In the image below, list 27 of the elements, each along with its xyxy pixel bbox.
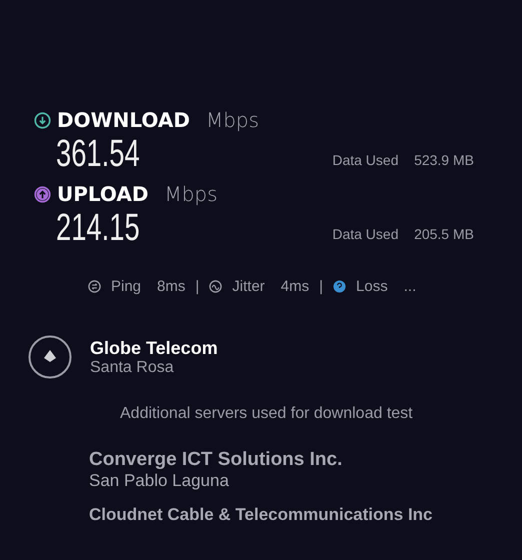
separator: | [195,278,200,295]
metric-label: Jitter [232,278,265,295]
result-title: DOWNLOAD [57,108,190,132]
metric-label: Loss [356,278,388,295]
server-icon [28,335,72,379]
unit-label: Mbps [164,182,218,206]
additional-servers-note: Additional servers used for download test [119,404,414,423]
metric-label: Ping [111,278,142,295]
upload-arrow-icon [34,186,51,202]
metric-value: 4ms [280,278,310,295]
data-used-text: Data Used 205.5 MB [332,226,474,242]
speed-value: 361.54 [56,132,140,176]
separator: | [319,278,324,295]
unit-label: Mbps [206,108,260,132]
data-used-text: Data Used 523.9 MB [332,152,474,168]
metric-value: 8ms [157,278,186,295]
server-name: Globe Telecom [90,338,218,358]
server-name: Cloudnet Cable & Telecommunications Inc [89,505,434,525]
speed-value: 214.15 [56,206,140,250]
server-location: San Pablo Laguna [89,471,230,491]
ping-icon [88,280,101,293]
metric-value: ... [404,278,416,295]
loss-icon [333,280,346,293]
server-name: Converge ICT Solutions Inc. [89,449,344,471]
result-title: UPLOAD [57,182,148,206]
server-location: Santa Rosa [90,358,175,376]
jitter-icon [209,280,222,293]
